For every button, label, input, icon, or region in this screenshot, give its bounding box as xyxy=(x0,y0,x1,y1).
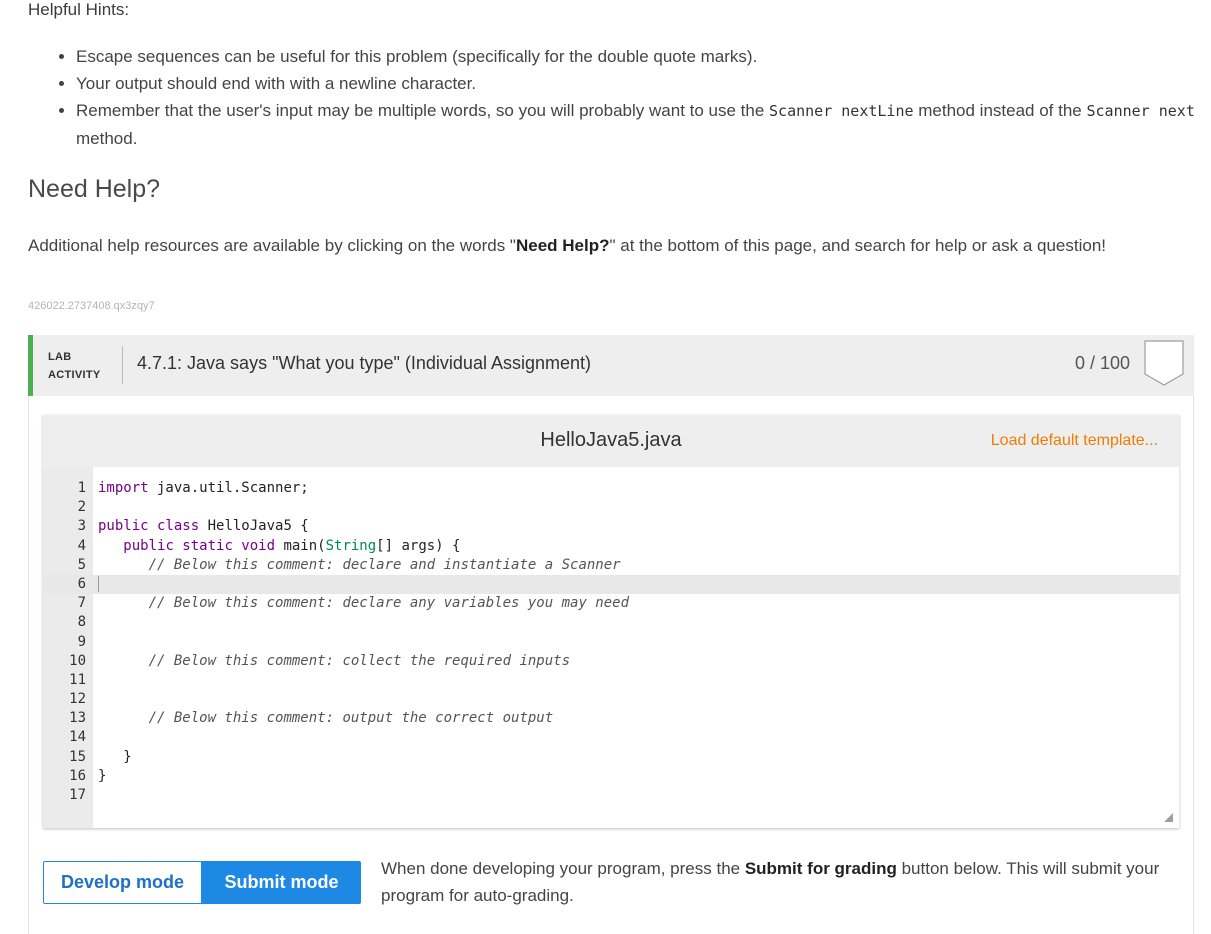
submit-note-pre: When done developing your program, press… xyxy=(381,859,745,878)
hints-list: Escape sequences can be useful for this … xyxy=(56,43,1206,152)
code-line: 2 xyxy=(43,498,1179,517)
code-line: 9 xyxy=(43,633,1179,652)
text-cursor xyxy=(98,575,99,592)
line-number: 5 xyxy=(77,556,86,573)
hint-code-scanner-next: Scanner next xyxy=(1086,102,1195,120)
lab-score: 0 / 100 xyxy=(1074,353,1130,373)
code-line: 7 // Below this comment: declare any var… xyxy=(43,594,1179,613)
submit-instructions: When done developing your program, press… xyxy=(381,855,1171,909)
lab-label-line1: LAB xyxy=(48,351,72,363)
code-line: 8 xyxy=(43,613,1179,632)
line-number: 6 xyxy=(77,575,86,592)
line-number: 7 xyxy=(77,595,86,612)
code-text: java.util.Scanner; xyxy=(148,480,309,496)
hint-text-pre: Remember that the user's input may be mu… xyxy=(76,101,770,120)
line-number: 1 xyxy=(77,480,86,496)
line-number: 13 xyxy=(69,710,86,727)
code-line: 12 xyxy=(43,690,1179,709)
line-number: 12 xyxy=(69,691,86,708)
line-number: 11 xyxy=(69,671,86,688)
hint-item: Remember that the user's input may be mu… xyxy=(76,97,1206,152)
resize-grip-icon[interactable] xyxy=(1164,813,1173,822)
code-line: 15 } xyxy=(43,748,1179,767)
need-help-paragraph: Additional help resources are available … xyxy=(28,232,1168,259)
hint-text: Your output should end with with a newli… xyxy=(76,74,477,93)
need-help-heading: Need Help? xyxy=(28,175,161,203)
line-number: 17 xyxy=(69,787,86,803)
hint-text-mid: method instead of the xyxy=(913,101,1087,120)
mode-toggle: Develop mode Submit mode xyxy=(43,861,361,904)
code-keyword: import xyxy=(98,480,149,496)
editor-header: HelloJava5.java Load default template... xyxy=(43,415,1179,467)
code-comment: // Below this comment: declare any varia… xyxy=(148,595,630,612)
code-line: 10 // Below this comment: collect the re… xyxy=(43,652,1179,671)
line-number: 8 xyxy=(77,614,86,631)
line-number: 10 xyxy=(69,652,86,669)
code-line: 1 import java.util.Scanner; xyxy=(43,479,1179,498)
code-line: 11 xyxy=(43,671,1179,690)
code-line: 17 xyxy=(43,786,1179,805)
tracking-id: 426022.2737408.qx3zqy7 xyxy=(28,300,155,312)
help-text-bold: Need Help? xyxy=(515,236,610,255)
line-number: 16 xyxy=(69,767,86,784)
develop-mode-button[interactable]: Develop mode xyxy=(43,861,202,904)
code-editor: HelloJava5.java Load default template...… xyxy=(43,415,1179,828)
submit-mode-button[interactable]: Submit mode xyxy=(202,861,361,904)
line-number: 14 xyxy=(69,729,86,746)
load-default-template-link[interactable]: Load default template... xyxy=(991,432,1158,450)
code-line: 4 public static void main(String[] args)… xyxy=(43,537,1179,556)
line-number: 2 xyxy=(77,499,86,516)
submit-note-bold: Submit for grading xyxy=(744,859,897,878)
hint-text: Escape sequences can be useful for this … xyxy=(76,47,758,66)
code-line: 16} xyxy=(43,767,1179,786)
code-keyword: public static void xyxy=(123,537,276,554)
lab-activity-label: LAB ACTIVITY xyxy=(48,348,101,384)
help-text-post: " at the bottom of this page, and search… xyxy=(609,236,1107,255)
lab-label-line2: ACTIVITY xyxy=(48,369,101,381)
code-type: String xyxy=(325,537,377,554)
line-number: 15 xyxy=(69,748,86,765)
hint-text-post: method. xyxy=(76,129,138,148)
code-line: 14 xyxy=(43,728,1179,747)
code-text: } xyxy=(98,767,107,784)
code-area[interactable]: 1 import java.util.Scanner; 2 3 public cla… xyxy=(43,479,1179,805)
line-number: 3 xyxy=(77,518,86,535)
code-line: 13 // Below this comment: output the cor… xyxy=(43,709,1179,728)
lab-header-divider xyxy=(122,346,123,384)
hint-code-scanner-nextline: Scanner nextLine xyxy=(769,102,914,120)
hint-item: Escape sequences can be useful for this … xyxy=(76,43,1206,70)
help-text-pre: Additional help resources are available … xyxy=(28,236,516,255)
line-number: 9 xyxy=(77,633,86,650)
line-number: 4 xyxy=(77,537,86,554)
code-comment: // Below this comment: output the correc… xyxy=(148,710,554,727)
lab-activity-header: LAB ACTIVITY 4.7.1: Java says "What you … xyxy=(28,335,1194,396)
code-text: [] args) { xyxy=(376,537,461,554)
code-line-active: 6 xyxy=(43,574,1179,595)
code-text: HelloJava5 { xyxy=(199,518,309,535)
score-badge-icon xyxy=(1144,340,1184,386)
code-comment: // Below this comment: declare and insta… xyxy=(148,556,621,573)
hint-item: Your output should end with with a newli… xyxy=(76,70,1206,97)
code-line: 3 public class HelloJava5 { xyxy=(43,517,1179,536)
code-text: main( xyxy=(275,537,326,554)
lab-title: 4.7.1: Java says "What you type" (Indivi… xyxy=(137,353,591,373)
code-line: 5 // Below this comment: declare and ins… xyxy=(43,556,1179,575)
code-comment: // Below this comment: collect the requi… xyxy=(148,652,571,669)
code-keyword: public class xyxy=(98,518,200,535)
code-text: } xyxy=(123,748,132,765)
hints-title: Helpful Hints: xyxy=(28,0,130,19)
